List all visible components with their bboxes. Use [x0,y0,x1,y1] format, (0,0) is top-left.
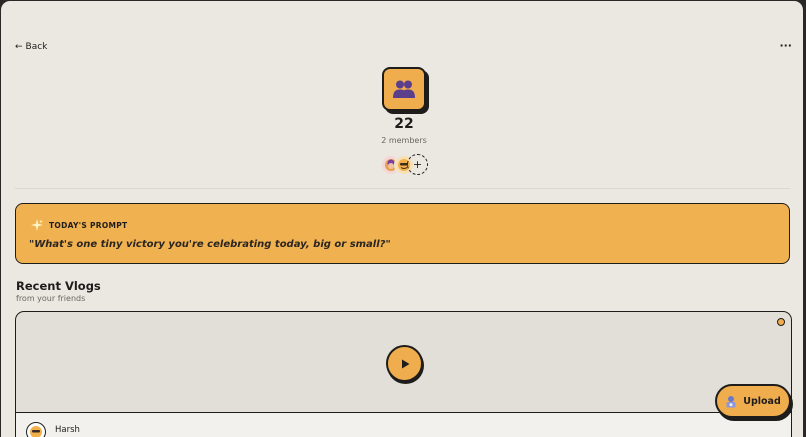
more-options-button[interactable]: ··· [779,39,792,52]
play-button[interactable] [386,345,423,382]
prompt-header: TODAY'S PROMPT [31,219,127,231]
vlog-card[interactable]: Harsh [15,311,792,437]
app-window: ← Back ··· 22 2 members + TODAY'S PROMPT… [1,1,803,437]
people-icon [393,80,415,98]
prompt-text: "What's one tiny victory you're celebrat… [29,239,391,250]
back-label: Back [25,42,48,52]
play-icon [401,359,409,368]
back-button[interactable]: ← Back [15,42,47,52]
plus-icon: + [412,158,423,171]
todays-prompt-card: TODAY'S PROMPT "What's one tiny victory … [15,203,790,264]
member-count: 2 members [381,136,427,145]
upload-icon [726,395,736,407]
section-subtitle: from your friends [16,294,86,303]
sparkle-icon [31,219,43,231]
memoji-icon [30,426,42,437]
back-arrow-icon: ← [15,42,23,52]
group-avatar [382,67,426,111]
divider [15,188,790,189]
upload-button[interactable]: Upload [715,384,791,418]
upload-label: Upload [743,395,781,407]
section-title: Recent Vlogs [16,279,101,293]
prompt-heading: TODAY'S PROMPT [49,220,128,230]
add-member-button[interactable]: + [407,154,428,175]
group-title: 22 [394,116,414,132]
more-icon: ··· [779,39,792,52]
author-avatar [26,422,46,437]
vlog-footer: Harsh [16,412,791,437]
unwatched-indicator [777,318,785,326]
